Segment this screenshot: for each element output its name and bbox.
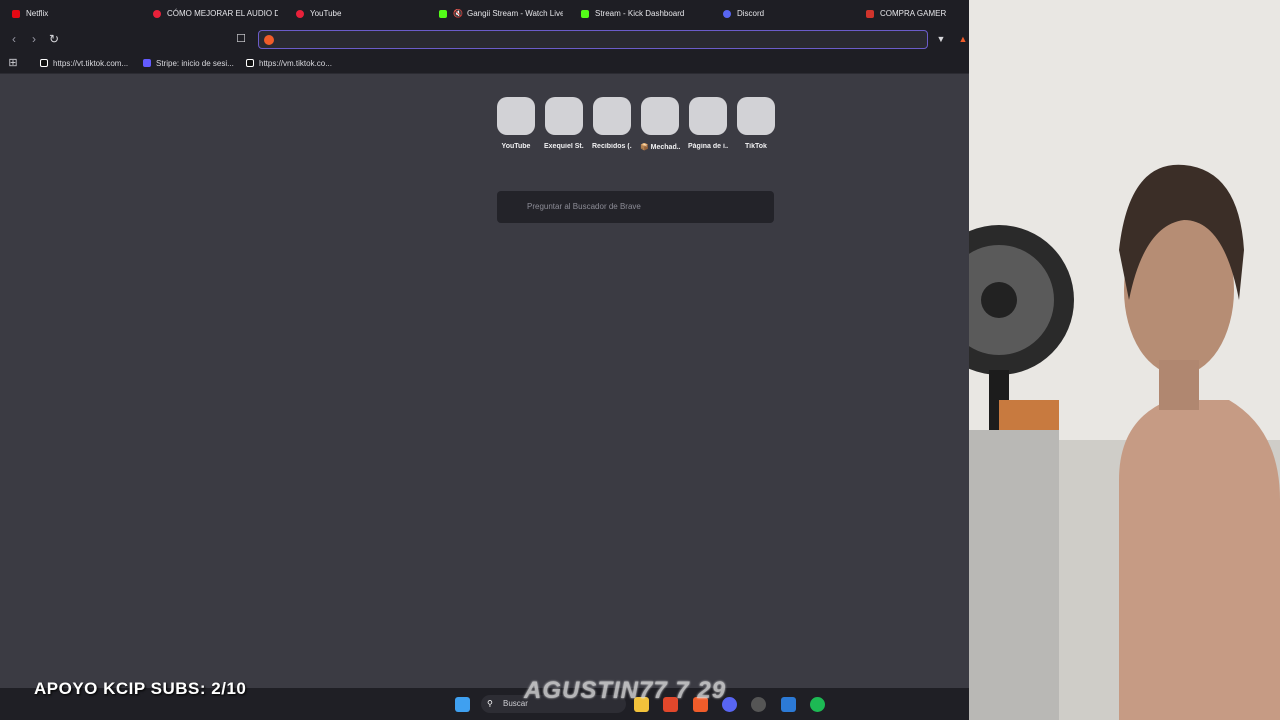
tab-label: COMPRA GAMER: [880, 9, 947, 18]
site-tile-icon: [545, 97, 583, 135]
tab-kick-stream[interactable]: 🔇 Gangii Stream - Watch Live: [439, 0, 563, 27]
toolbar: ‹ › ↻ ☐ ▼ ▲: [0, 27, 969, 52]
netflix-icon: [12, 9, 20, 18]
tab-youtube[interactable]: YouTube: [296, 0, 426, 27]
app-icon[interactable]: [781, 697, 796, 712]
browser-window: Netflix CÓMO MEJORAR EL AUDIO D YouTube …: [0, 0, 969, 720]
tab-audio-video[interactable]: CÓMO MEJORAR EL AUDIO D: [153, 0, 278, 27]
brave-shield-icon[interactable]: [264, 35, 274, 45]
discord-icon: [723, 9, 731, 18]
tab-label: Stream - Kick Dashboard: [595, 9, 685, 18]
site-label: 📦 Mechad...: [640, 144, 680, 151]
chevron-left-icon[interactable]: ‹: [6, 31, 22, 47]
tab-label: Gangii Stream - Watch Live: [466, 9, 563, 18]
bookmark-tiktok-2[interactable]: https://vm.tiktok.co...: [246, 57, 332, 69]
site-tile-icon: [593, 97, 631, 135]
webcam-image: [969, 0, 1280, 720]
top-site-exequiel[interactable]: Exequiel St...: [544, 97, 584, 150]
site-label: YouTube: [501, 143, 531, 150]
tab-compra-gamer[interactable]: COMPRA GAMER: [866, 0, 966, 27]
site-tile-icon: [497, 97, 535, 135]
apps-grid-icon[interactable]: ⊞: [5, 55, 21, 71]
tab-label: CÓMO MEJORAR EL AUDIO D: [167, 9, 278, 18]
compra-gamer-icon: [866, 9, 874, 18]
reload-icon[interactable]: ↻: [46, 31, 62, 47]
youtube-icon: [153, 9, 161, 18]
webcam-feed: [969, 0, 1280, 720]
bookmark-label: https://vt.tiktok.com...: [53, 58, 129, 68]
kick-icon: [581, 9, 589, 18]
windows-start-icon[interactable]: [455, 697, 470, 712]
tab-label: YouTube: [310, 9, 342, 18]
url-input[interactable]: [281, 33, 921, 46]
bookmark-tiktok-1[interactable]: https://vt.tiktok.com...: [40, 57, 128, 69]
ask-placeholder: Preguntar al Buscador de Brave: [527, 202, 641, 211]
bookmark-label: https://vm.tiktok.co...: [259, 58, 332, 68]
search-icon: ⚲: [487, 699, 493, 708]
bookmark-icon[interactable]: ☐: [233, 31, 249, 47]
muted-audio-icon[interactable]: 🔇: [453, 9, 463, 18]
site-tile-icon: [641, 97, 679, 135]
top-site-recibidos[interactable]: Recibidos (...: [592, 97, 632, 150]
site-label: Página de i...: [688, 143, 728, 150]
site-label: TikTok: [745, 143, 767, 150]
site-tile-icon: [689, 97, 727, 135]
top-site-mechad[interactable]: 📦 Mechad...: [640, 97, 680, 151]
top-site-youtube[interactable]: YouTube: [496, 97, 536, 150]
streamer-name-overlay: AGUSTIN77 7 29: [524, 677, 727, 704]
tab-kick-dashboard[interactable]: Stream - Kick Dashboard: [581, 0, 711, 27]
tab-netflix[interactable]: Netflix: [12, 0, 142, 27]
address-bar[interactable]: [258, 30, 928, 49]
subs-goal-overlay: APOYO KCIP SUBS: 2/10: [34, 679, 247, 698]
tiktok-icon: [40, 59, 48, 67]
kick-icon: [439, 9, 447, 18]
site-label: Recibidos (...: [592, 143, 632, 150]
site-tile-icon: [737, 97, 775, 135]
top-site-tiktok[interactable]: TikTok: [736, 97, 776, 150]
tab-discord[interactable]: Discord: [723, 0, 853, 27]
site-label: Exequiel St...: [544, 143, 584, 150]
obs-icon[interactable]: [751, 697, 766, 712]
top-site-pagina[interactable]: Página de i...: [688, 97, 728, 150]
tab-strip: Netflix CÓMO MEJORAR EL AUDIO D YouTube …: [0, 0, 969, 27]
brave-search-ask-box[interactable]: Preguntar al Buscador de Brave: [497, 191, 774, 223]
tab-label: Netflix: [26, 9, 49, 18]
bookmark-label: Stripe: inicio de sesi...: [156, 58, 234, 68]
stripe-icon: [143, 59, 151, 67]
top-sites: YouTube Exequiel St... Recibidos (... 📦 …: [496, 97, 776, 157]
youtube-icon: [296, 9, 304, 18]
bookmarks-bar: ⊞ https://vt.tiktok.com... Stripe: inici…: [0, 52, 969, 74]
tiktok-icon: [246, 59, 254, 67]
spotify-icon[interactable]: [810, 697, 825, 712]
tab-label: Discord: [737, 9, 765, 18]
brave-shields-icon[interactable]: ▼: [933, 31, 949, 47]
chevron-right-icon[interactable]: ›: [26, 31, 42, 47]
bookmark-stripe[interactable]: Stripe: inicio de sesi...: [143, 57, 234, 69]
